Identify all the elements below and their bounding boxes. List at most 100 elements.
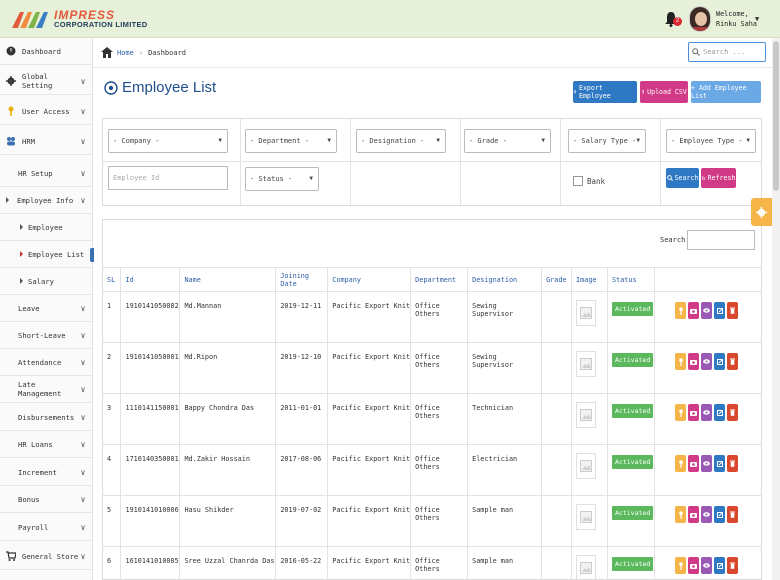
cell-status: Activated (607, 495, 655, 547)
home-icon[interactable] (101, 47, 113, 58)
sidebar-item-label: Payroll (18, 522, 49, 532)
trash-icon[interactable] (727, 302, 738, 319)
column-header-sl[interactable]: SL (103, 267, 122, 292)
cell-company: Pacific Export Knit (327, 546, 412, 579)
image-placeholder-icon[interactable] (576, 504, 597, 530)
refresh-button[interactable]: ↻ Refresh (701, 168, 736, 188)
sidebar-item-label: Bonus (18, 494, 40, 504)
sidebar-item-bonus[interactable]: Bonus ∨ (0, 486, 93, 513)
sidebar-item-late-management[interactable]: Late Management ∨ (0, 376, 93, 403)
salary-type-select[interactable]: - Salary Type - ▼ (568, 129, 646, 153)
camera-icon[interactable] (688, 455, 699, 472)
key-icon[interactable] (675, 557, 686, 574)
sidebar-item-hr-setup[interactable]: HR Setup ∨ (0, 160, 93, 187)
edit-icon[interactable] (714, 455, 725, 472)
caret-right-icon (20, 278, 23, 284)
row-actions (675, 404, 761, 421)
sidebar-item-payroll[interactable]: Payroll ∨ (0, 514, 93, 541)
sidebar-item-short-leave[interactable]: Short-Leave ∨ (0, 322, 93, 349)
brand-logo[interactable]: IMPRESS CORPORATION LIMITED (10, 8, 150, 32)
eye-icon[interactable] (701, 506, 712, 523)
sidebar-item-increment[interactable]: Increment ∨ (0, 459, 93, 486)
column-header-designation[interactable]: Designation (467, 267, 543, 292)
upload-csv-button[interactable]: ⬆ Upload CSV (640, 81, 688, 103)
designation-select[interactable]: - Designation - ▼ (356, 129, 446, 153)
trash-icon[interactable] (727, 557, 738, 574)
export-employee-label: Export Employee (578, 84, 611, 100)
edit-icon[interactable] (714, 557, 725, 574)
sidebar-item-user-access[interactable]: User Access ∨ (0, 98, 93, 125)
image-placeholder-icon[interactable] (576, 453, 597, 479)
sidebar-item-salary[interactable]: Salary (0, 268, 93, 295)
image-placeholder-icon[interactable] (576, 402, 597, 428)
sidebar-item-global-setting[interactable]: Global Setting ∨ (0, 68, 93, 95)
sidebar-item-leave[interactable]: Leave ∨ (0, 295, 93, 322)
column-header-department[interactable]: Department (410, 267, 469, 292)
sidebar-item-dashboard[interactable]: Dashboard (0, 38, 93, 65)
edit-icon[interactable] (714, 404, 725, 421)
column-header-image[interactable]: Image (571, 267, 609, 292)
image-placeholder-icon[interactable] (576, 555, 597, 579)
sidebar-item-hr-loans[interactable]: HR Loans ∨ (0, 431, 93, 458)
avatar[interactable] (689, 6, 711, 32)
department-select[interactable]: - Department - ▼ (245, 129, 337, 153)
camera-icon[interactable] (688, 557, 699, 574)
add-employee-button[interactable]: + Add Employee List (691, 81, 761, 103)
sidebar-item-attendance[interactable]: Attendance ∨ (0, 349, 93, 376)
add-employee-label: + Add Employee List (691, 84, 747, 100)
column-header-status[interactable]: Status (607, 267, 655, 292)
export-employee-button[interactable]: ⬇ Export Employee (573, 81, 637, 103)
column-header-id[interactable]: Id (120, 267, 181, 292)
edit-icon[interactable] (714, 506, 725, 523)
trash-icon[interactable] (727, 506, 738, 523)
eye-icon[interactable] (701, 353, 712, 370)
page-scrollbar[interactable] (772, 38, 780, 580)
key-icon[interactable] (675, 455, 686, 472)
edit-icon[interactable] (714, 302, 725, 319)
image-placeholder-icon[interactable] (576, 351, 597, 377)
status-badge: Activated (612, 302, 654, 316)
company-select[interactable]: - Company - ▼ (108, 129, 228, 153)
sidebar-item-general-store[interactable]: General Store ∨ (0, 543, 93, 570)
top-search-input[interactable]: Search ... (688, 42, 766, 62)
sidebar-item-hrm[interactable]: HRM ∨ (0, 128, 93, 155)
eye-icon[interactable] (701, 557, 712, 574)
sidebar-item-employee[interactable]: Employee (0, 214, 93, 241)
employee-id-input[interactable]: Employee Id (108, 166, 228, 190)
key-icon[interactable] (675, 302, 686, 319)
grade-select[interactable]: - Grade - ▼ (464, 129, 551, 153)
key-icon[interactable] (675, 404, 686, 421)
bank-checkbox[interactable] (573, 176, 583, 186)
table-search-input[interactable] (687, 230, 755, 250)
search-button[interactable]: Search (666, 168, 699, 188)
sidebar-item-disbursements[interactable]: Disbursements ∨ (0, 404, 93, 431)
camera-icon[interactable] (688, 404, 699, 421)
scrollbar-thumb[interactable] (773, 41, 779, 191)
column-header-company[interactable]: Company (327, 267, 412, 292)
breadcrumb-home[interactable]: Home (117, 49, 134, 57)
brand-name-bottom: CORPORATION LIMITED (54, 20, 148, 29)
key-icon[interactable] (675, 506, 686, 523)
trash-icon[interactable] (727, 455, 738, 472)
column-header-grade[interactable]: Grade (541, 267, 573, 292)
settings-panel-toggle[interactable] (751, 198, 772, 226)
user-menu-caret-icon[interactable]: ▼ (755, 15, 759, 23)
camera-icon[interactable] (688, 302, 699, 319)
key-icon[interactable] (675, 353, 686, 370)
user-welcome[interactable]: Welcome, Rinku Saha (716, 9, 757, 29)
column-header-joining-date[interactable]: Joining Date (275, 267, 329, 292)
camera-icon[interactable] (688, 353, 699, 370)
status-select[interactable]: - Status - ▼ (245, 167, 319, 191)
sidebar-item-employee-list[interactable]: Employee List (0, 241, 94, 268)
eye-icon[interactable] (701, 302, 712, 319)
eye-icon[interactable] (701, 455, 712, 472)
employee-type-select[interactable]: - Employee Type - ▼ (666, 129, 756, 153)
edit-icon[interactable] (714, 353, 725, 370)
column-header-name[interactable]: Name (179, 267, 277, 292)
camera-icon[interactable] (688, 506, 699, 523)
eye-icon[interactable] (701, 404, 712, 421)
image-placeholder-icon[interactable] (576, 300, 597, 326)
trash-icon[interactable] (727, 404, 738, 421)
trash-icon[interactable] (727, 353, 738, 370)
sidebar-item-employee-info[interactable]: Employee Info ∨ (0, 187, 93, 214)
